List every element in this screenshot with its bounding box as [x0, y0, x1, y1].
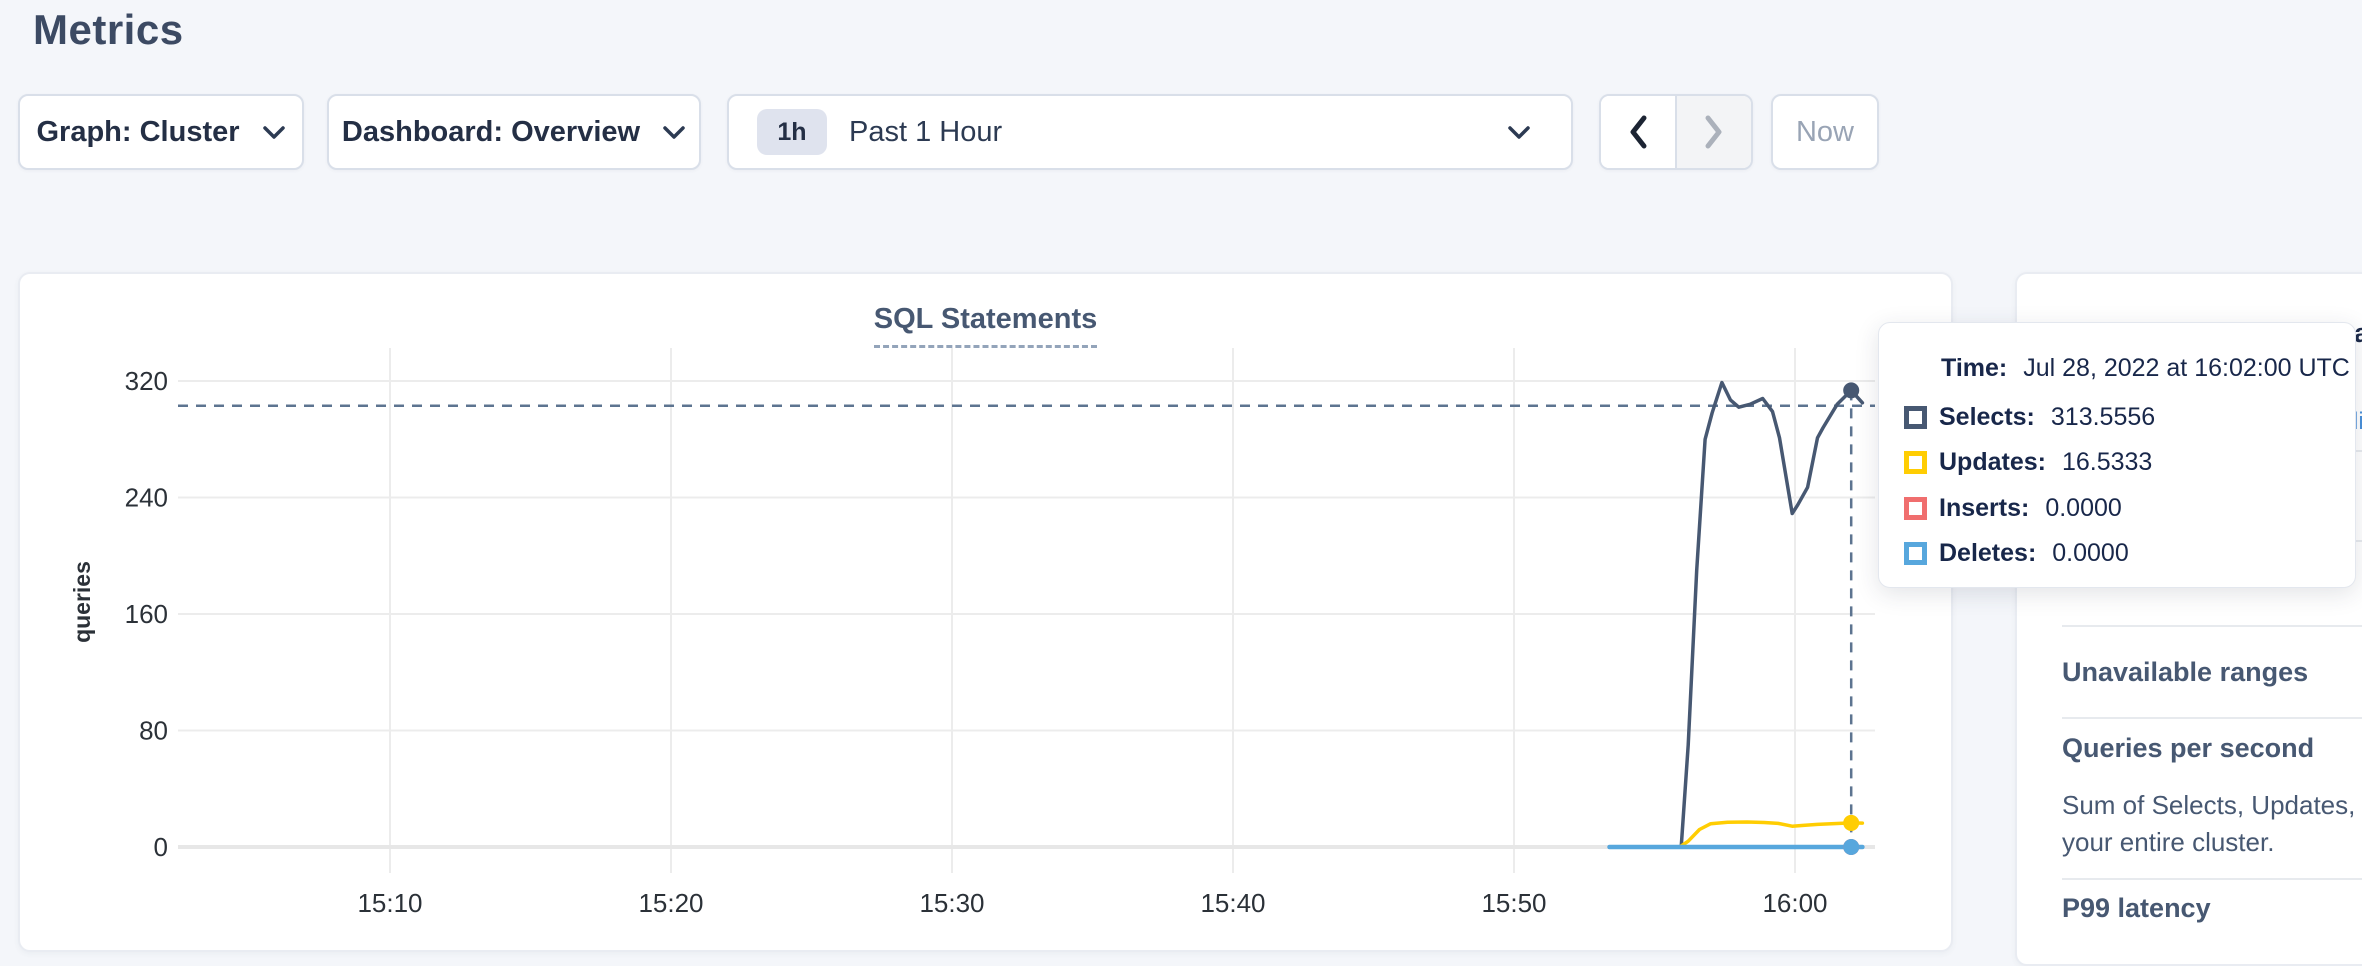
sidebar-description: Sum of Selects, Updates, Inseryour entir… — [2062, 787, 2362, 861]
tooltip-series-value: 313.5556 — [2051, 403, 2155, 432]
y-tick-label: 240 — [125, 483, 168, 513]
hover-dot-updates — [1843, 815, 1859, 831]
tooltip-series-value: 0.0000 — [2045, 494, 2121, 523]
tooltip-row-selects: Selects: 313.5556 — [1904, 405, 2155, 429]
y-tick-label: 160 — [125, 599, 168, 629]
chart-hover-tooltip: Time: Jul 28, 2022 at 16:02:00 UTC Select… — [1878, 322, 2356, 588]
tooltip-time-label: Time: — [1941, 354, 2007, 382]
now-button[interactable]: Now — [1771, 94, 1879, 170]
tooltip-series-value: 16.5333 — [2062, 448, 2152, 477]
sidebar-heading-unavailable-ranges: Unavailable ranges — [2062, 657, 2308, 688]
tooltip-series-label: Updates: — [1939, 448, 2046, 477]
chevron-down-icon — [1507, 125, 1531, 140]
y-tick-label: 0 — [154, 832, 168, 862]
y-tick-label: 80 — [139, 716, 168, 746]
metrics-page: { "page": { "title": "Metrics" }, "toolb… — [0, 0, 2362, 966]
x-tick-label: 16:00 — [1762, 888, 1827, 918]
series-swatch-icon — [1904, 406, 1927, 429]
y-axis-label: queries — [69, 561, 95, 643]
graph-dropdown-label: Graph: Cluster — [36, 116, 239, 149]
x-tick-label: 15:20 — [638, 888, 703, 918]
tooltip-series-value: 0.0000 — [2052, 539, 2128, 568]
x-tick-label: 15:50 — [1481, 888, 1546, 918]
graph-dropdown[interactable]: Graph: Cluster — [18, 94, 304, 170]
sql-statements-chart[interactable]: 15:10 15:20 15:30 15:40 15:50 16:00 0 80 160 240 3… — [18, 272, 1953, 952]
y-tick-label: 320 — [125, 366, 168, 396]
x-tick-label: 15:40 — [1200, 888, 1265, 918]
time-range-badge: 1h — [757, 109, 827, 155]
sidebar-heading-queries-per-second: Queries per second — [2062, 733, 2314, 764]
tooltip-series-label: Inserts: — [1939, 494, 2029, 523]
tooltip-series-label: Deletes: — [1939, 539, 2036, 568]
sidebar-heading-p99-latency: P99 latency — [2062, 893, 2211, 924]
chevron-down-icon — [662, 125, 686, 140]
time-range-label: Past 1 Hour — [849, 116, 1002, 149]
x-tick-label: 15:30 — [919, 888, 984, 918]
chevron-left-icon — [1628, 115, 1648, 149]
time-step-button-group — [1599, 94, 1753, 170]
time-range-dropdown[interactable]: 1h Past 1 Hour — [727, 94, 1573, 170]
tooltip-row-deletes: Deletes: 0.0000 — [1904, 542, 2129, 566]
sidebar-divider — [2062, 717, 2362, 719]
series-swatch-icon — [1904, 451, 1927, 474]
hover-dot-selects — [1843, 382, 1859, 398]
tooltip-time-row: Time: Jul 28, 2022 at 16:02:00 UTC — [1941, 354, 2350, 383]
series-swatch-icon — [1904, 497, 1927, 520]
chevron-down-icon — [262, 125, 286, 140]
now-button-label: Now — [1796, 116, 1854, 149]
tooltip-row-updates: Updates: 16.5333 — [1904, 451, 2152, 475]
tooltip-time-value: Jul 28, 2022 at 16:02:00 UTC — [2023, 354, 2350, 382]
next-timespan-button[interactable] — [1677, 96, 1751, 168]
sidebar-divider — [2062, 625, 2362, 627]
hover-dot-deletes — [1843, 839, 1859, 855]
page-title: Metrics — [33, 6, 184, 54]
series-line-updates — [1610, 822, 1863, 847]
tooltip-series-label: Selects: — [1939, 403, 2035, 432]
dashboard-dropdown[interactable]: Dashboard: Overview — [327, 94, 701, 170]
previous-timespan-button[interactable] — [1601, 96, 1677, 168]
x-tick-label: 15:10 — [357, 888, 422, 918]
tooltip-row-inserts: Inserts: 0.0000 — [1904, 496, 2122, 520]
chevron-right-icon — [1704, 115, 1724, 149]
series-swatch-icon — [1904, 542, 1927, 565]
dashboard-dropdown-label: Dashboard: Overview — [342, 116, 640, 149]
sidebar-divider — [2062, 878, 2362, 880]
